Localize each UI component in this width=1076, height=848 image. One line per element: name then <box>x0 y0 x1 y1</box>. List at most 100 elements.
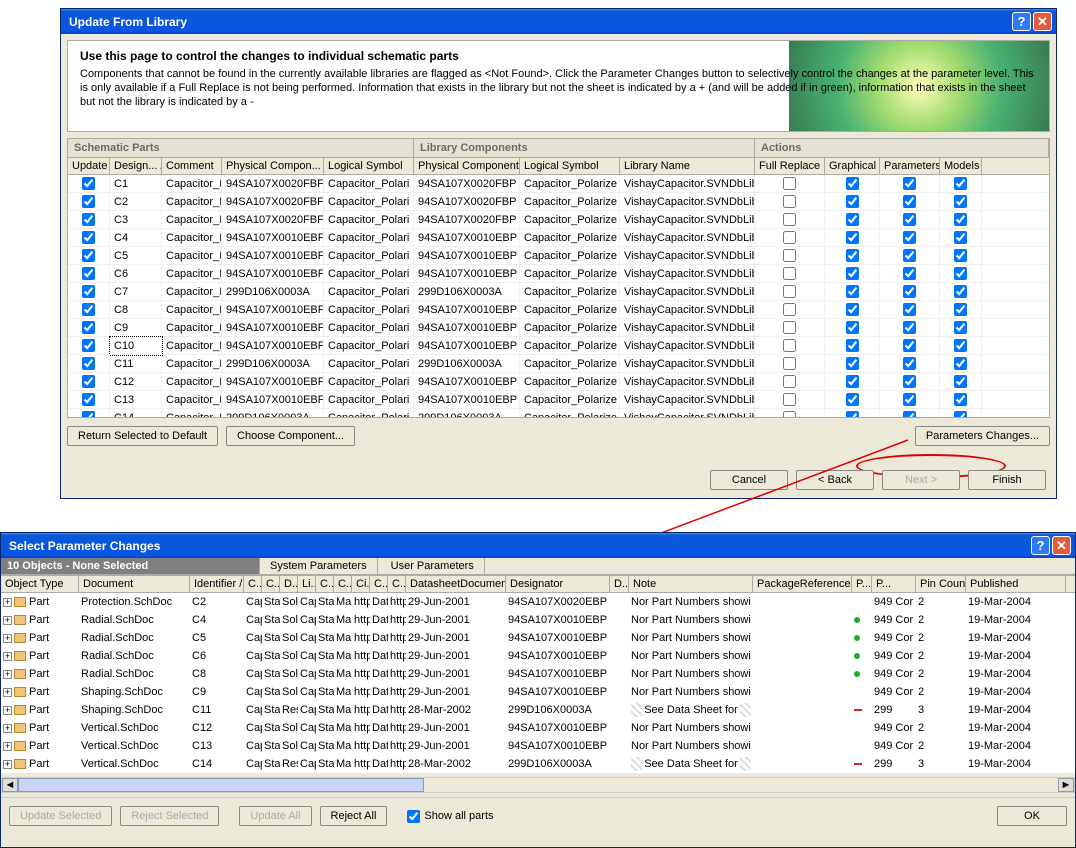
titlebar[interactable]: Select Parameter Changes ? ✕ <box>1 533 1075 558</box>
parameters-checkbox[interactable] <box>903 231 916 244</box>
update-checkbox[interactable] <box>82 375 95 388</box>
table-row[interactable]: C7Capacitor_I299D106X0003ACapacitor_Pola… <box>68 283 1049 301</box>
expand-icon[interactable]: + <box>3 688 12 697</box>
help-icon[interactable]: ? <box>1012 12 1031 31</box>
finish-button[interactable]: Finish <box>968 470 1046 490</box>
update-checkbox[interactable] <box>82 285 95 298</box>
col-d[interactable]: D.. <box>610 576 629 592</box>
reject-all-button[interactable]: Reject All <box>320 806 388 826</box>
col-package-reference[interactable]: PackageReference <box>753 576 852 592</box>
table-row[interactable]: +PartShaping.SchDocC9Cap.StarSolicCap.St… <box>1 683 1075 701</box>
ok-button[interactable]: OK <box>997 806 1067 826</box>
fullreplace-checkbox[interactable] <box>783 411 796 418</box>
update-checkbox[interactable] <box>82 195 95 208</box>
parameters-checkbox[interactable] <box>903 411 916 418</box>
models-checkbox[interactable] <box>954 177 967 190</box>
update-checkbox[interactable] <box>82 321 95 334</box>
models-checkbox[interactable] <box>954 213 967 226</box>
return-selected-button[interactable]: Return Selected to Default <box>67 426 218 446</box>
designator-cell[interactable]: C12 <box>110 373 162 391</box>
table-row[interactable]: C1Capacitor_I94SA107X0020FBFCapacitor_Po… <box>68 175 1049 193</box>
expand-icon[interactable]: + <box>3 652 12 661</box>
close-icon[interactable]: ✕ <box>1052 536 1071 555</box>
group-actions[interactable]: Actions <box>755 139 1049 157</box>
graphical-checkbox[interactable] <box>846 267 859 280</box>
fullreplace-checkbox[interactable] <box>783 195 796 208</box>
table-row[interactable]: C5Capacitor_I94SA107X0010EBFCapacitor_Po… <box>68 247 1049 265</box>
table-row[interactable]: +PartRadial.SchDocC6Cap.StarSolicCap.Sta… <box>1 647 1075 665</box>
col-identifier[interactable]: Identifier / <box>190 576 244 592</box>
models-checkbox[interactable] <box>954 321 967 334</box>
table-row[interactable]: C2Capacitor_I94SA107X0020FBFCapacitor_Po… <box>68 193 1049 211</box>
choose-component-button[interactable]: Choose Component... <box>226 426 355 446</box>
show-all-parts-label[interactable]: Show all parts <box>407 810 493 823</box>
parameters-checkbox[interactable] <box>903 267 916 280</box>
graphical-checkbox[interactable] <box>846 411 859 418</box>
models-checkbox[interactable] <box>954 411 967 418</box>
models-checkbox[interactable] <box>954 249 967 262</box>
models-checkbox[interactable] <box>954 267 967 280</box>
update-checkbox[interactable] <box>82 357 95 370</box>
group-library-components[interactable]: Library Components <box>414 139 755 157</box>
designator-cell[interactable]: C14 <box>110 409 162 419</box>
update-checkbox[interactable] <box>82 339 95 352</box>
graphical-checkbox[interactable] <box>846 339 859 352</box>
parameters-checkbox[interactable] <box>903 357 916 370</box>
col-designator[interactable]: Design... / <box>110 158 162 174</box>
col-full-replace[interactable]: Full Replace <box>755 158 825 174</box>
table-row[interactable]: C4Capacitor_I94SA107X0010EBFCapacitor_Po… <box>68 229 1049 247</box>
horizontal-scrollbar[interactable]: ◄ ► <box>1 777 1075 793</box>
fullreplace-checkbox[interactable] <box>783 375 796 388</box>
col-graphical[interactable]: Graphical <box>825 158 880 174</box>
back-button[interactable]: < Back <box>796 470 874 490</box>
expand-icon[interactable]: + <box>3 670 12 679</box>
parameters-checkbox[interactable] <box>903 177 916 190</box>
graphical-checkbox[interactable] <box>846 195 859 208</box>
graphical-checkbox[interactable] <box>846 231 859 244</box>
table-row[interactable]: +PartRadial.SchDocC4Cap.StarSolicCap.Sta… <box>1 611 1075 629</box>
expand-icon[interactable]: + <box>3 760 12 769</box>
col-c3[interactable]: C... <box>316 576 334 592</box>
table-row[interactable]: C3Capacitor_I94SA107X0020FBFCapacitor_Po… <box>68 211 1049 229</box>
designator-cell[interactable]: C5 <box>110 247 162 265</box>
parameters-checkbox[interactable] <box>903 195 916 208</box>
graphical-checkbox[interactable] <box>846 393 859 406</box>
col-document[interactable]: Document <box>79 576 190 592</box>
col-pin-count[interactable]: Pin Count <box>916 576 966 592</box>
fullreplace-checkbox[interactable] <box>783 267 796 280</box>
update-checkbox[interactable] <box>82 303 95 316</box>
parameters-changes-button[interactable]: Parameters Changes... <box>915 426 1050 446</box>
col-parameters[interactable]: Parameters <box>880 158 940 174</box>
update-checkbox[interactable] <box>82 267 95 280</box>
update-checkbox[interactable] <box>82 249 95 262</box>
tab-system-parameters[interactable]: System Parameters <box>260 558 378 574</box>
parameters-checkbox[interactable] <box>903 375 916 388</box>
table-row[interactable]: +PartProtection.SchDocC2Cap.StarSolicCap… <box>1 593 1075 611</box>
table-row[interactable]: +PartVertical.SchDocC13Cap.StarSolicCap.… <box>1 737 1075 755</box>
col-logical-symbol[interactable]: Logical Symbol <box>324 158 414 174</box>
col-c1[interactable]: C... <box>244 576 262 592</box>
col-datasheet-document[interactable]: DatasheetDocument <box>406 576 506 592</box>
graphical-checkbox[interactable] <box>846 249 859 262</box>
table-row[interactable]: C11Capacitor_I299D106X0003ACapacitor_Pol… <box>68 355 1049 373</box>
fullreplace-checkbox[interactable] <box>783 339 796 352</box>
table-row[interactable]: +PartShaping.SchDocC11Cap.StarResiCap.St… <box>1 701 1075 719</box>
graphical-checkbox[interactable] <box>846 375 859 388</box>
fullreplace-checkbox[interactable] <box>783 249 796 262</box>
fullreplace-checkbox[interactable] <box>783 393 796 406</box>
table-row[interactable]: C8Capacitor_I94SA107X0010EBFCapacitor_Po… <box>68 301 1049 319</box>
table-row[interactable]: C13Capacitor_I94SA107X0010EBFCapacitor_P… <box>68 391 1049 409</box>
col-published[interactable]: Published <box>966 576 1066 592</box>
col-c5[interactable]: Ci... <box>352 576 370 592</box>
titlebar[interactable]: Update From Library ? ✕ <box>61 9 1056 34</box>
models-checkbox[interactable] <box>954 357 967 370</box>
update-checkbox[interactable] <box>82 411 95 418</box>
models-checkbox[interactable] <box>954 339 967 352</box>
table-row[interactable]: +PartRadial.SchDocC5Cap.StarSolicCap.Sta… <box>1 629 1075 647</box>
designator-cell[interactable]: C11 <box>110 355 162 373</box>
fullreplace-checkbox[interactable] <box>783 357 796 370</box>
designator-cell[interactable]: C10 <box>110 337 162 355</box>
graphical-checkbox[interactable] <box>846 285 859 298</box>
table-row[interactable]: C12Capacitor_I94SA107X0010EBFCapacitor_P… <box>68 373 1049 391</box>
fullreplace-checkbox[interactable] <box>783 321 796 334</box>
